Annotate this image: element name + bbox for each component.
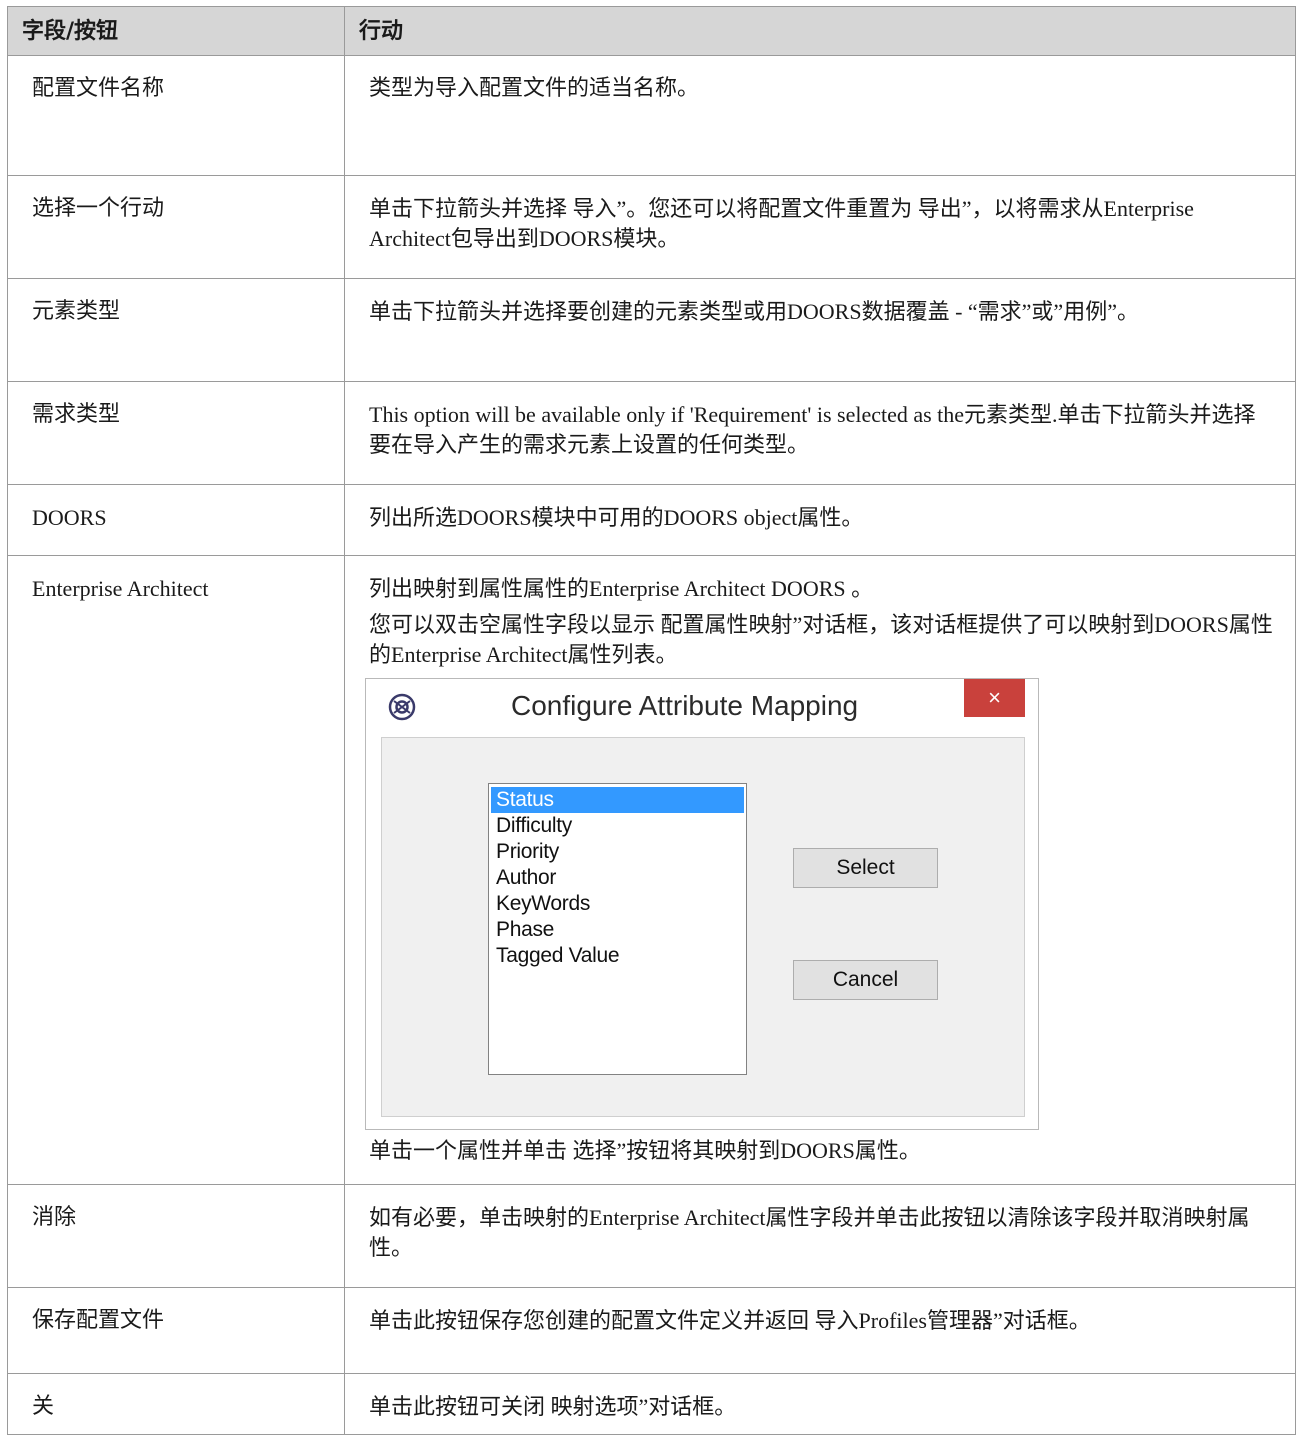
list-item[interactable]: KeyWords bbox=[491, 891, 744, 917]
table-row: 消除 如有必要，单击映射的Enterprise Architect属性字段并单击… bbox=[7, 1184, 1296, 1288]
dialog-body: Status Difficulty Priority Author KeyWor… bbox=[381, 737, 1025, 1117]
row-action: 如有必要，单击映射的Enterprise Architect属性字段并单击此按钮… bbox=[344, 1184, 1296, 1288]
configure-attribute-mapping-dialog: Configure Attribute Mapping × Status Dif… bbox=[365, 678, 1039, 1130]
table-row: Enterprise Architect 列出映射到属性属性的Enterpris… bbox=[7, 555, 1296, 1185]
row-action: 单击此按钮可关闭 映射选项”对话框。 bbox=[344, 1373, 1296, 1435]
list-item[interactable]: Tagged Value bbox=[491, 943, 744, 969]
action-text: 单击此按钮可关闭 映射选项”对话框。 bbox=[369, 1394, 737, 1419]
row-field: 关 bbox=[7, 1373, 345, 1435]
action-text: 单击下拉箭头并选择要创建的元素类型或用DOORS数据覆盖 - “需求”或”用例”… bbox=[369, 299, 1139, 324]
row-action: 单击此按钮保存您创建的配置文件定义并返回 导入Profiles管理器”对话框。 bbox=[344, 1287, 1296, 1374]
action-text: 类型为导入配置文件的适当名称。 bbox=[369, 76, 700, 101]
close-button[interactable]: × bbox=[964, 679, 1025, 717]
table-row: 配置文件名称 类型为导入配置文件的适当名称。 bbox=[7, 55, 1296, 176]
action-text: 您可以双击空属性字段以显示 配置属性映射”对话框，该对话框提供了可以映射到DOO… bbox=[369, 612, 1273, 667]
list-item[interactable]: Status bbox=[491, 787, 744, 813]
row-action: 列出映射到属性属性的Enterprise Architect DOORS 。 您… bbox=[344, 555, 1296, 1185]
table-row: 元素类型 单击下拉箭头并选择要创建的元素类型或用DOORS数据覆盖 - “需求”… bbox=[7, 278, 1296, 382]
list-item[interactable]: Difficulty bbox=[491, 813, 744, 839]
row-field: DOORS bbox=[7, 484, 345, 556]
header-action: 行动 bbox=[344, 6, 1296, 56]
list-item[interactable]: Phase bbox=[491, 917, 744, 943]
header-field: 字段/按钮 bbox=[7, 6, 345, 56]
action-text: 单击此按钮保存您创建的配置文件定义并返回 导入Profiles管理器”对话框。 bbox=[369, 1308, 1091, 1333]
row-field: 需求类型 bbox=[7, 381, 345, 485]
action-text: 如有必要，单击映射的Enterprise Architect属性字段并单击此按钮… bbox=[369, 1205, 1250, 1260]
action-text: 单击下拉箭头并选择 导入”。您还可以将配置文件重置为 导出”，以将需求从Ente… bbox=[369, 196, 1194, 251]
table-row: 选择一个行动 单击下拉箭头并选择 导入”。您还可以将配置文件重置为 导出”，以将… bbox=[7, 175, 1296, 279]
action-text: 单击一个属性并单击 选择”按钮将其映射到DOORS属性。 bbox=[369, 1138, 921, 1163]
dialog-title-bar: Configure Attribute Mapping × bbox=[366, 679, 1038, 733]
row-action: 单击下拉箭头并选择 导入”。您还可以将配置文件重置为 导出”，以将需求从Ente… bbox=[344, 175, 1296, 279]
table-row: DOORS 列出所选DOORS模块中可用的DOORS object属性。 bbox=[7, 484, 1296, 556]
cancel-button[interactable]: Cancel bbox=[793, 960, 938, 1000]
row-field: Enterprise Architect bbox=[7, 555, 345, 1185]
options-table: 字段/按钮 行动 配置文件名称 类型为导入配置文件的适当名称。 选择一个行动 单… bbox=[7, 6, 1296, 1435]
list-item[interactable]: Author bbox=[491, 865, 744, 891]
row-field: 消除 bbox=[7, 1184, 345, 1288]
action-text: 列出所选DOORS模块中可用的DOORS object属性。 bbox=[369, 505, 864, 530]
row-action: 类型为导入配置文件的适当名称。 bbox=[344, 55, 1296, 176]
row-field: 选择一个行动 bbox=[7, 175, 345, 279]
row-action: 单击下拉箭头并选择要创建的元素类型或用DOORS数据覆盖 - “需求”或”用例”… bbox=[344, 278, 1296, 382]
row-action: 列出所选DOORS模块中可用的DOORS object属性。 bbox=[344, 484, 1296, 556]
table-row: 需求类型 This option will be available only … bbox=[7, 381, 1296, 485]
ea-logo-icon bbox=[388, 693, 416, 721]
table-row: 关 单击此按钮可关闭 映射选项”对话框。 bbox=[7, 1373, 1296, 1435]
close-icon: × bbox=[988, 685, 1001, 710]
row-field: 配置文件名称 bbox=[7, 55, 345, 176]
select-button[interactable]: Select bbox=[793, 848, 938, 888]
action-text: 列出映射到属性属性的Enterprise Architect DOORS 。 bbox=[369, 576, 874, 601]
dialog-title: Configure Attribute Mapping bbox=[511, 690, 859, 721]
action-text: This option will be available only if 'R… bbox=[369, 402, 1256, 457]
table-header-row: 字段/按钮 行动 bbox=[7, 6, 1296, 56]
row-action: This option will be available only if 'R… bbox=[344, 381, 1296, 485]
row-field: 元素类型 bbox=[7, 278, 345, 382]
attribute-listbox[interactable]: Status Difficulty Priority Author KeyWor… bbox=[488, 783, 747, 1075]
list-item[interactable]: Priority bbox=[491, 839, 744, 865]
row-field: 保存配置文件 bbox=[7, 1287, 345, 1374]
table-row: 保存配置文件 单击此按钮保存您创建的配置文件定义并返回 导入Profiles管理… bbox=[7, 1287, 1296, 1374]
